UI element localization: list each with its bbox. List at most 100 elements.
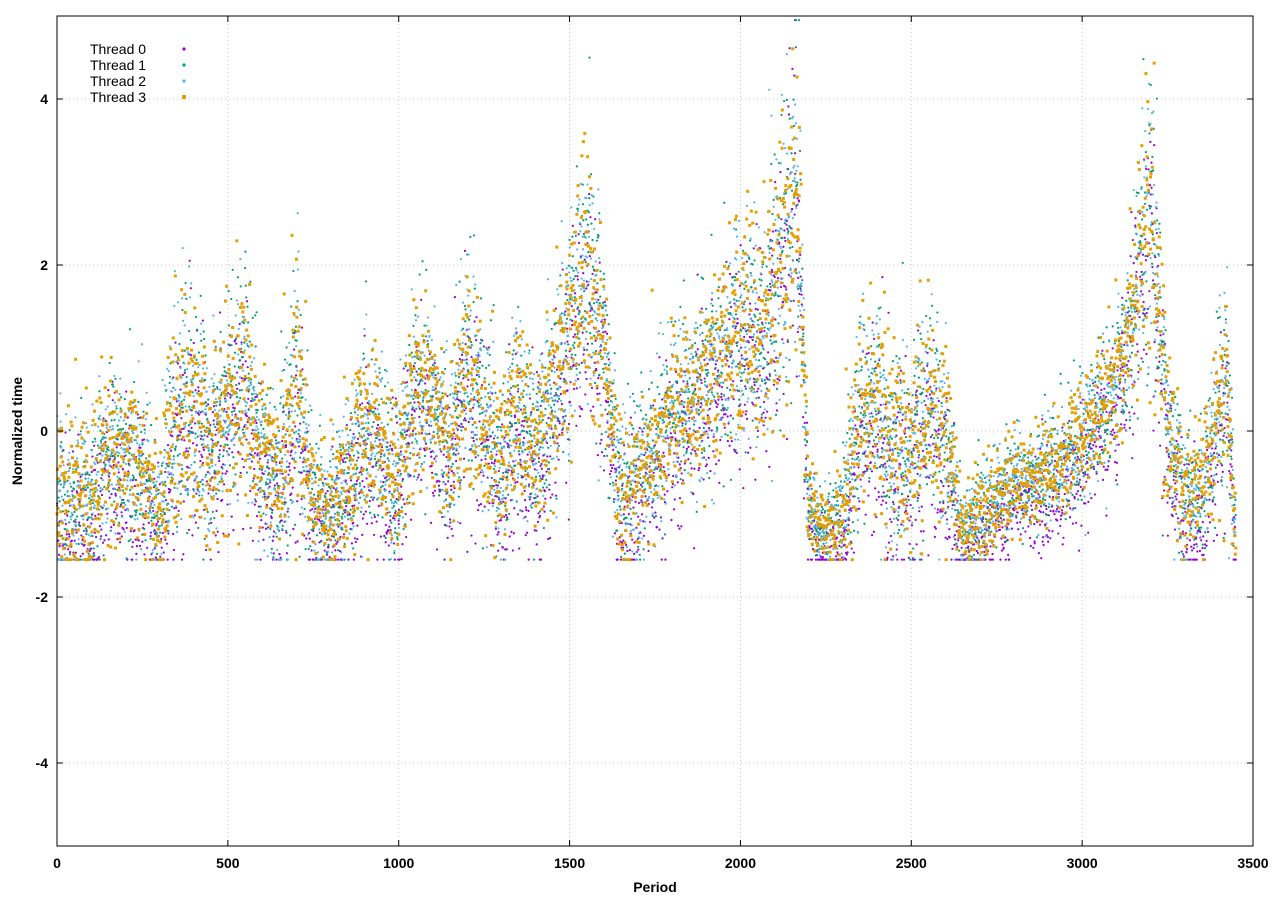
data-point [620,559,622,561]
data-point [991,553,993,555]
data-point [135,553,137,555]
data-point [292,487,294,489]
data-point [564,380,566,382]
data-point [1041,520,1043,522]
data-point [498,496,500,498]
data-point [782,246,784,248]
data-point [464,308,466,310]
data-point [440,489,442,491]
data-point [545,479,547,481]
data-point [383,535,385,537]
data-point [380,536,382,538]
data-point [91,479,93,481]
data-point [183,399,185,401]
data-point [248,408,250,410]
data-point [331,506,333,508]
data-point [1069,516,1071,518]
data-point [497,484,499,486]
data-point [1087,501,1089,503]
data-point [1110,430,1112,432]
data-point [367,438,369,440]
data-point [287,418,289,420]
data-point [217,551,219,553]
data-point [575,425,577,427]
data-point [202,438,204,440]
data-point [1133,262,1135,264]
data-point [342,461,344,463]
data-point [611,467,613,469]
data-point [520,475,522,477]
data-point [240,285,242,287]
data-point [947,485,949,487]
data-point [349,460,351,462]
data-point [113,524,115,526]
data-point [719,353,721,355]
data-point [123,528,125,530]
data-point [756,223,758,225]
data-point [445,465,447,467]
data-point [179,434,181,436]
data-point [1056,519,1058,521]
data-point [137,401,139,403]
data-point [428,433,430,435]
data-point [400,451,402,453]
data-point [754,384,756,386]
data-point [374,407,376,409]
data-point [693,547,695,549]
data-point [517,388,519,390]
data-point [758,397,760,399]
data-point [494,392,496,394]
data-point [1139,276,1141,278]
data-point [213,405,215,407]
data-point [115,438,117,440]
data-point [883,438,885,440]
data-point [480,503,482,505]
data-point [252,540,254,542]
data-point [491,477,493,479]
data-point [209,424,211,426]
data-point [172,533,174,535]
data-point [945,537,947,539]
data-point [577,306,579,308]
data-point [1209,521,1211,523]
data-point [205,402,207,404]
data-point [546,470,548,472]
data-point [60,441,62,443]
data-point [296,414,298,416]
data-point [353,559,355,561]
data-point [95,483,97,485]
data-point [677,525,679,527]
data-point [411,414,413,416]
data-point [383,559,385,561]
data-point [402,498,404,500]
data-point [435,387,437,389]
data-point [380,398,382,400]
data-point [580,256,582,258]
data-point [107,389,109,391]
data-point [600,439,602,441]
data-point [741,354,743,356]
data-point [507,494,509,496]
data-point [1061,512,1063,514]
data-point [223,375,225,377]
data-point [789,47,791,49]
data-point [474,288,476,290]
data-point [483,345,485,347]
data-point [440,450,442,452]
data-point [166,543,168,545]
data-point [1120,397,1122,399]
data-point [342,513,344,515]
data-point [1143,349,1145,351]
data-point [584,259,586,261]
data-point [649,521,651,523]
data-point [87,487,89,489]
data-point [900,370,902,372]
data-point [1019,521,1021,523]
data-point [159,556,161,558]
data-point [713,383,715,385]
data-point [501,423,503,425]
data-point [133,476,135,478]
data-point [462,374,464,376]
data-point [658,529,660,531]
data-point [344,543,346,545]
